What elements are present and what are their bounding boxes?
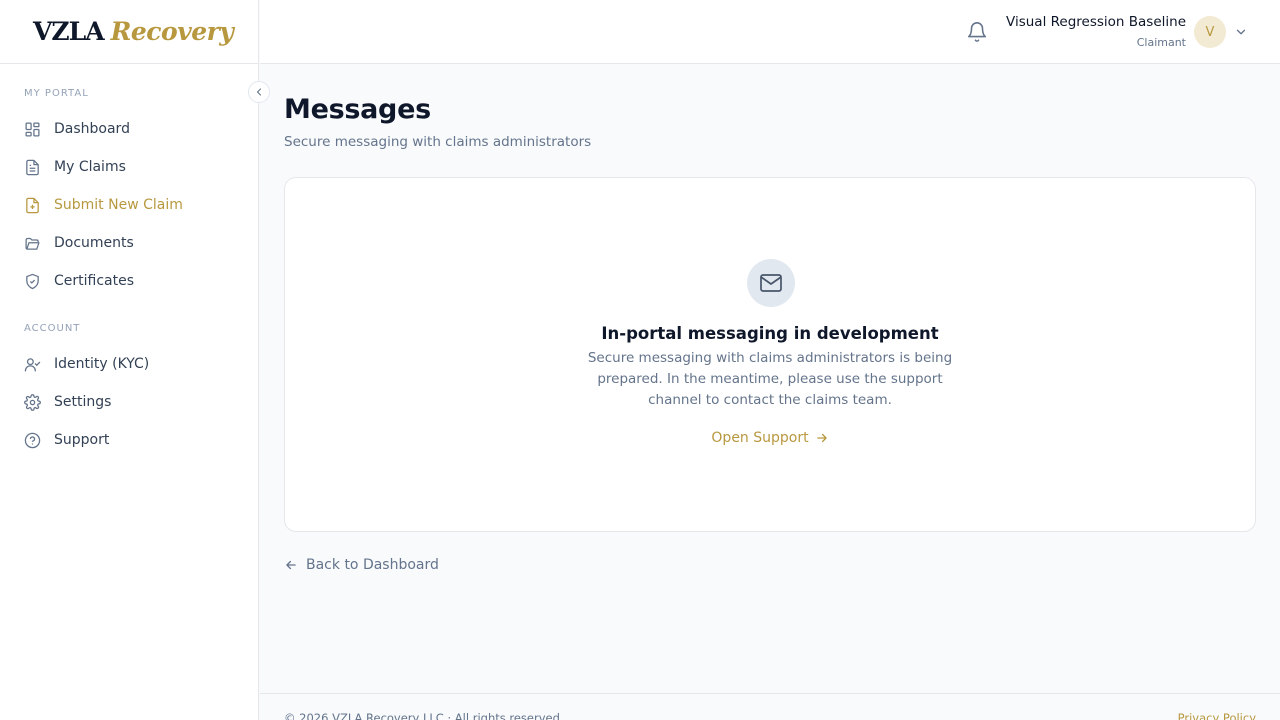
bell-icon	[967, 22, 987, 42]
user-check-icon	[24, 357, 41, 372]
sidebar-item-settings[interactable]: Settings	[24, 390, 111, 414]
sidebar-item-submit-new-claim[interactable]: Submit New Claim	[24, 193, 183, 217]
dashboard-icon	[25, 121, 40, 137]
notifications-button[interactable]	[966, 20, 988, 44]
sidebar-item-identity[interactable]: Identity (KYC)	[24, 352, 149, 376]
back-to-dashboard-link[interactable]: Back to Dashboard	[284, 557, 439, 573]
sidebar-section-label: MY PORTAL	[24, 88, 89, 99]
open-support-label: Open Support	[711, 430, 809, 446]
page-subtitle: Secure messaging with claims administrat…	[284, 134, 592, 150]
collapse-sidebar-button[interactable]	[248, 81, 270, 103]
page-title: Messages	[284, 94, 431, 125]
user-role: Claimant	[1136, 36, 1186, 49]
sidebar: VZLA Recovery MY PORTAL Dashboard My Cla…	[0, 0, 259, 720]
mail-icon-badge	[747, 259, 795, 307]
sidebar-section-label: ACCOUNT	[24, 323, 81, 334]
sidebar-item-label: Dashboard	[54, 121, 130, 137]
chevron-left-icon	[256, 88, 262, 96]
empty-state-description: Secure messaging with claims administrat…	[587, 350, 953, 408]
empty-state-card: In-portal messaging in development Secur…	[284, 177, 1256, 532]
copyright-text: © 2026 VZLA Recovery LLC · All rights re…	[284, 711, 560, 720]
chevron-down-icon	[1236, 29, 1246, 35]
empty-state-title: In-portal messaging in development	[601, 324, 939, 343]
sidebar-item-certificates[interactable]: Certificates	[24, 269, 134, 293]
mail-icon	[760, 274, 782, 292]
logo[interactable]: VZLA Recovery	[0, 0, 258, 64]
folder-open-icon	[25, 237, 40, 250]
sidebar-item-label: Certificates	[54, 273, 135, 289]
footer: © 2026 VZLA Recovery LLC · All rights re…	[260, 693, 1280, 720]
sidebar-item-label: Documents	[54, 235, 134, 251]
file-plus-icon	[26, 197, 39, 213]
sidebar-item-support[interactable]: Support	[24, 428, 109, 452]
top-header: Visual Regression Baseline Claimant V	[260, 0, 1280, 64]
user-name[interactable]: Visual Regression Baseline	[1006, 14, 1186, 30]
sidebar-item-my-claims[interactable]: My Claims	[24, 155, 126, 179]
sidebar-item-label: Settings	[54, 394, 112, 410]
privacy-policy-link[interactable]: Privacy Policy	[1178, 711, 1256, 720]
sidebar-item-label: Support	[54, 432, 110, 448]
sidebar-item-label: Identity (KYC)	[54, 356, 150, 372]
logo-text-secondary: Recovery	[110, 17, 234, 46]
avatar[interactable]: V	[1194, 16, 1226, 48]
user-menu-toggle[interactable]	[1234, 24, 1248, 38]
shield-check-icon	[26, 273, 39, 289]
sidebar-item-label: My Claims	[54, 159, 126, 175]
open-support-link[interactable]: Open Support	[285, 430, 1255, 446]
gear-icon	[24, 393, 41, 411]
sidebar-item-documents[interactable]: Documents	[24, 231, 134, 255]
sidebar-item-dashboard[interactable]: Dashboard	[24, 117, 130, 141]
file-text-icon	[26, 159, 39, 175]
help-circle-icon	[24, 432, 41, 448]
back-to-dashboard-label: Back to Dashboard	[306, 557, 439, 573]
arrow-left-icon	[286, 560, 296, 570]
arrow-right-icon	[816, 433, 827, 443]
logo-text-primary: VZLA	[33, 17, 105, 46]
sidebar-item-label: Submit New Claim	[54, 197, 183, 213]
